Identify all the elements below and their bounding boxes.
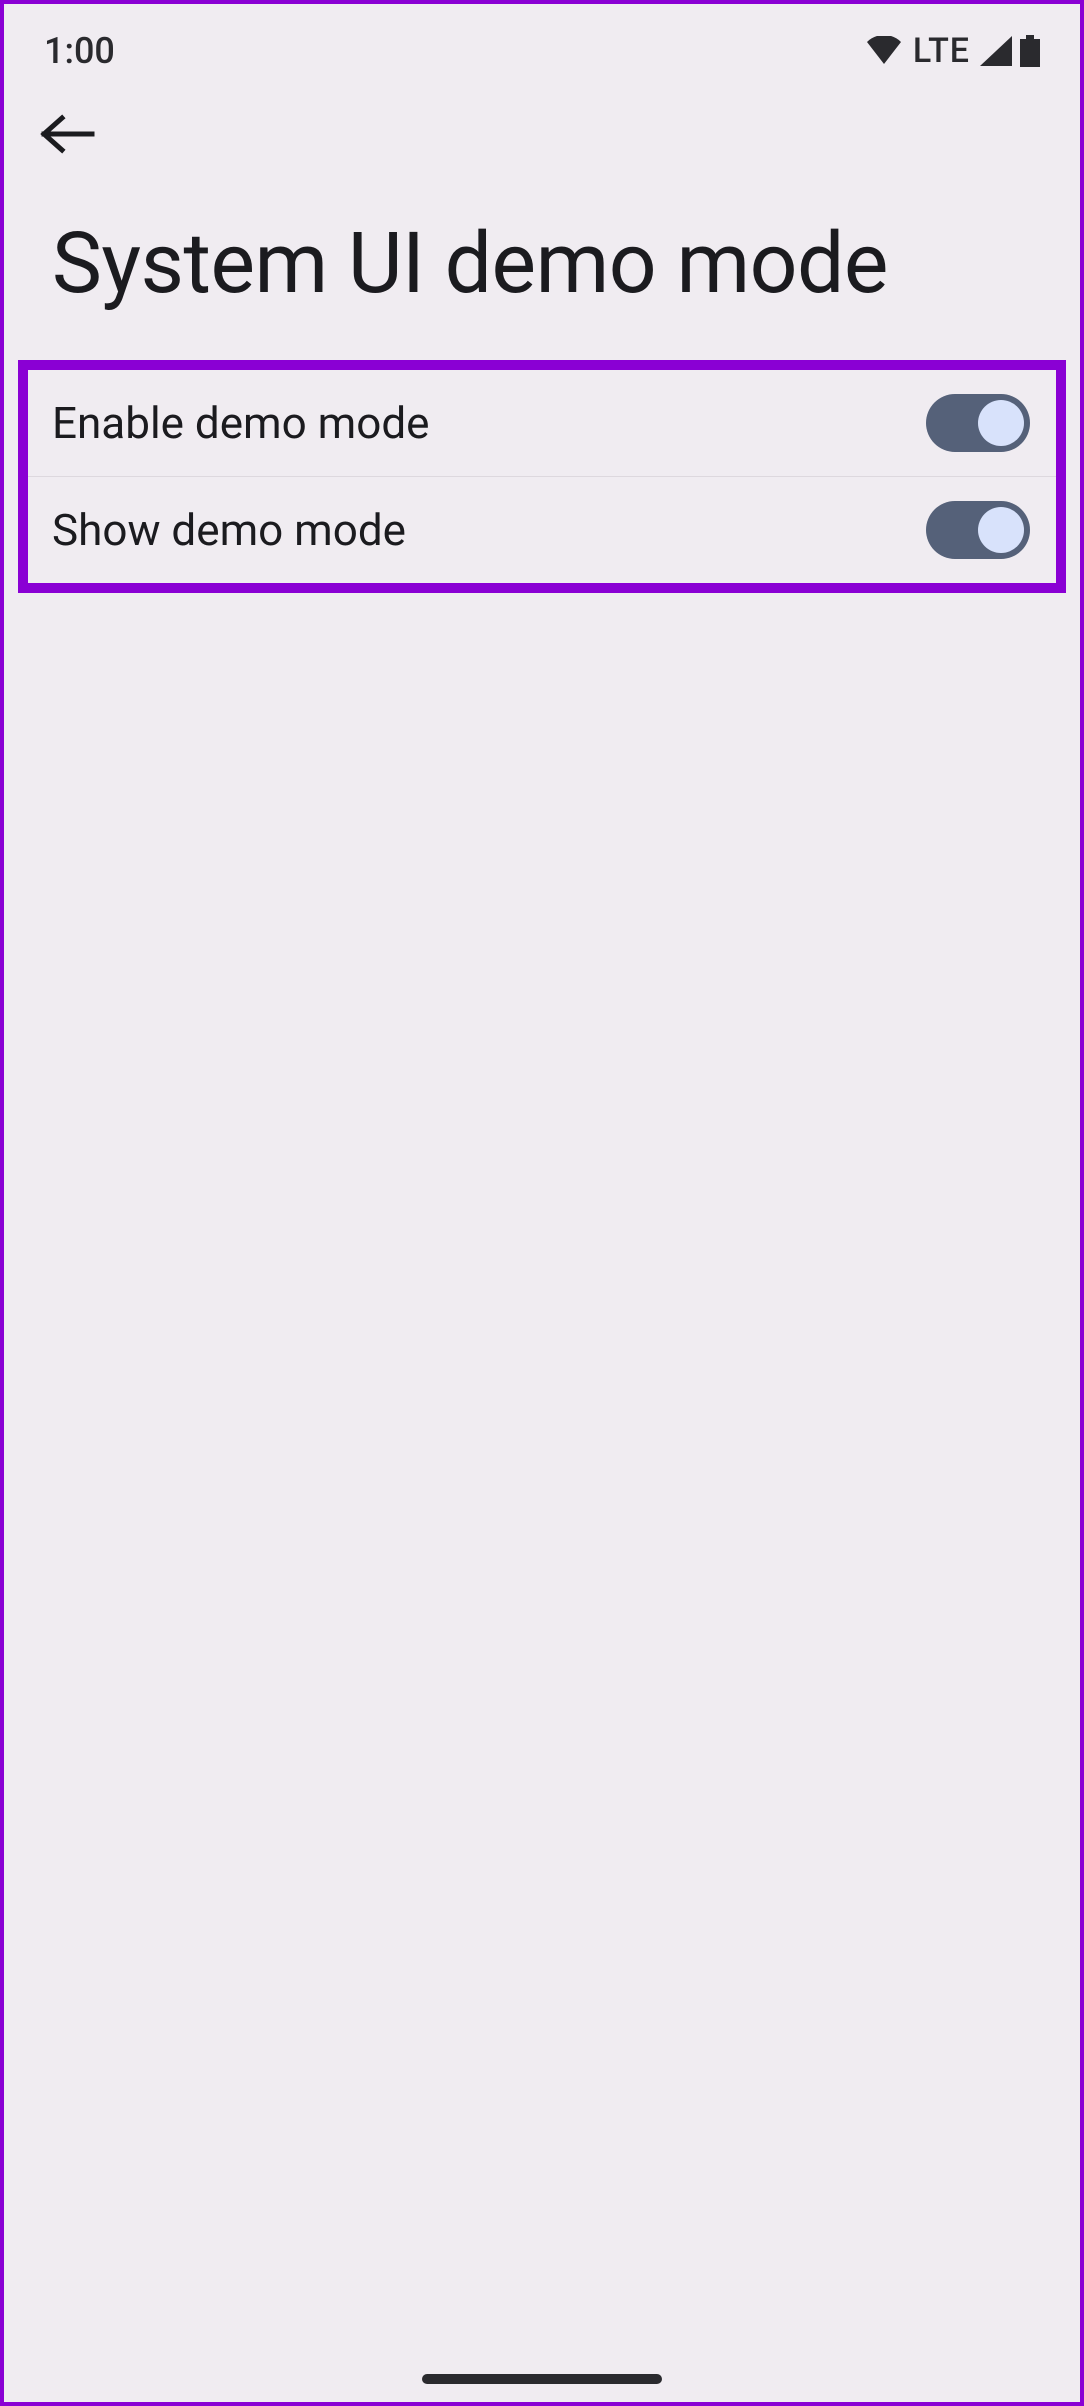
highlight-annotation: Enable demo mode Show demo mode: [18, 360, 1066, 593]
status-bar: 1:00 LTE: [4, 4, 1080, 84]
wifi-icon: [865, 36, 903, 66]
back-arrow-icon: [40, 114, 96, 154]
status-time: 1:00: [44, 30, 115, 72]
show-demo-mode-row[interactable]: Show demo mode: [28, 477, 1056, 583]
show-demo-toggle[interactable]: [926, 501, 1030, 559]
network-label: LTE: [913, 31, 970, 71]
enable-demo-toggle[interactable]: [926, 394, 1030, 452]
back-button[interactable]: [4, 84, 1080, 178]
signal-icon: [980, 36, 1012, 66]
status-icons: LTE: [865, 31, 1040, 71]
navigation-bar-handle[interactable]: [422, 2374, 662, 2384]
battery-icon: [1020, 35, 1040, 67]
enable-demo-label: Enable demo mode: [52, 397, 429, 449]
toggle-thumb: [978, 507, 1024, 553]
show-demo-label: Show demo mode: [52, 504, 406, 556]
page-title: System UI demo mode: [4, 178, 1080, 360]
enable-demo-mode-row[interactable]: Enable demo mode: [28, 370, 1056, 477]
toggle-thumb: [978, 400, 1024, 446]
